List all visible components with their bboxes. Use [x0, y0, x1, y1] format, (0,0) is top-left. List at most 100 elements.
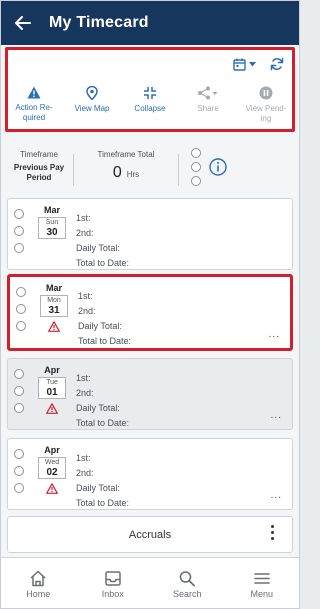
timeframe-total-unit: Hrs	[126, 170, 140, 179]
radio-option[interactable]	[14, 386, 24, 396]
day-fields: 1st: 2nd: Daily Total: Total to Date:	[78, 289, 131, 349]
radio-option[interactable]	[14, 369, 24, 379]
search-icon	[179, 570, 196, 586]
calendar-icon	[233, 58, 246, 71]
warning-icon	[27, 86, 41, 99]
nav-inbox-label: Inbox	[101, 588, 124, 599]
action-required-label: Action Re-quired	[15, 103, 53, 122]
share-button[interactable]: Share	[184, 86, 232, 124]
radio-option[interactable]	[16, 304, 26, 314]
day-of-week: Tue	[46, 378, 58, 386]
day-month: Mar	[43, 205, 60, 215]
second-punch-label: 2nd:	[76, 228, 94, 238]
nav-menu-label: Menu	[250, 588, 273, 599]
chevron-down-icon	[249, 61, 256, 66]
day-number: 01	[46, 386, 58, 398]
collapse-label: Collapse	[134, 104, 166, 113]
total-to-date-label: Total to Date:	[76, 418, 130, 428]
collapse-icon	[144, 87, 156, 99]
daily-total-label: Daily Total:	[76, 403, 120, 413]
timecard-screen: My Timecard Action Re-quired View Map Co…	[0, 0, 300, 609]
day-number: 02	[46, 466, 58, 478]
daily-total-label: Daily Total:	[76, 483, 120, 493]
radio-option[interactable]	[14, 226, 24, 236]
pending-icon	[259, 86, 273, 100]
calendar-dropdown-button[interactable]	[233, 58, 256, 71]
app-header: My Timecard	[1, 1, 299, 45]
day-number: 31	[48, 304, 60, 316]
radio-option[interactable]	[16, 287, 26, 297]
day-date: Mar Mon 31	[38, 283, 70, 337]
radio-option[interactable]	[14, 466, 24, 476]
timeframe-total-value: 0	[112, 164, 122, 181]
view-map-button[interactable]: View Map	[68, 86, 116, 124]
timeframe-total: Timeframe Total 0 Hrs	[74, 150, 178, 182]
nav-menu[interactable]: Menu	[232, 570, 292, 599]
page-title: My Timecard	[49, 14, 149, 31]
radio-option[interactable]	[14, 403, 24, 413]
more-options-button[interactable]: ...	[269, 329, 280, 340]
view-map-label: View Map	[74, 104, 110, 113]
day-card-apr-02[interactable]: Apr Wed 02 1st: 2nd: Daily Total: Total …	[7, 438, 293, 510]
day-card-apr-01[interactable]: Apr Tue 01 1st: 2nd: Daily Total: Total …	[7, 358, 293, 430]
day-month: Apr	[44, 365, 60, 375]
view-pending-button[interactable]: View Pend-ing	[242, 86, 290, 124]
nav-home[interactable]: Home	[8, 570, 68, 599]
refresh-icon[interactable]	[270, 57, 284, 71]
radio-option[interactable]	[14, 209, 24, 219]
warning-icon	[46, 403, 58, 414]
more-options-button[interactable]: ...	[271, 410, 282, 421]
day-date: Mar Sun 30	[36, 205, 68, 239]
bottom-nav: Home Inbox Search Menu	[1, 557, 299, 608]
timecard-toolbar: Action Re-quired View Map Collapse Share…	[5, 47, 295, 132]
timeframe-bar: Timeframe Previous Pay Period Timeframe …	[5, 140, 295, 190]
timeframe-selector[interactable]: Timeframe Previous Pay Period	[5, 150, 73, 183]
radio-option[interactable]	[191, 176, 201, 186]
day-month: Apr	[44, 445, 60, 455]
warning-icon	[46, 483, 58, 494]
day-fields: 1st: 2nd: Daily Total: Total to Date:	[76, 451, 129, 511]
radio-option[interactable]	[14, 243, 24, 253]
nav-inbox[interactable]: Inbox	[83, 570, 143, 599]
accruals-button[interactable]: Accruals	[7, 516, 293, 553]
nav-search[interactable]: Search	[157, 570, 217, 599]
inbox-icon	[105, 570, 121, 586]
second-punch-label: 2nd:	[76, 468, 94, 478]
day-of-week: Wed	[44, 458, 60, 466]
day-card-mar-30[interactable]: Mar Sun 30 1st: 2nd: Daily Total: Total …	[7, 198, 293, 270]
second-punch-label: 2nd:	[76, 388, 94, 398]
radio-option[interactable]	[16, 321, 26, 331]
back-button[interactable]	[5, 1, 41, 45]
timeframe-divider-2	[178, 154, 179, 186]
action-required-button[interactable]: Action Re-quired	[10, 86, 58, 124]
radio-option[interactable]	[14, 449, 24, 459]
total-to-date-label: Total to Date:	[76, 258, 130, 268]
accruals-label: Accruals	[128, 528, 172, 541]
radio-option[interactable]	[14, 483, 24, 493]
nav-search-label: Search	[172, 588, 202, 599]
share-icon	[198, 86, 218, 100]
day-date: Apr Tue 01	[36, 365, 68, 419]
arrow-left-icon	[15, 16, 31, 30]
total-to-date-label: Total to Date:	[78, 336, 132, 346]
more-options-button[interactable]: ...	[271, 490, 282, 501]
nav-home-label: Home	[26, 588, 51, 599]
day-of-week: Sun	[45, 218, 59, 226]
menu-icon	[253, 572, 270, 584]
day-month: Mar	[45, 283, 62, 293]
info-icon[interactable]	[209, 158, 227, 176]
collapse-button[interactable]: Collapse	[126, 86, 174, 124]
timeframe-value: Previous Pay Period	[13, 163, 65, 182]
first-punch-label: 1st:	[76, 453, 91, 463]
day-card-mar-31[interactable]: Mar Mon 31 1st: 2nd: Daily Total: Total …	[7, 274, 293, 351]
radio-option[interactable]	[191, 162, 201, 172]
kebab-menu-icon[interactable]	[271, 525, 274, 540]
map-pin-icon	[86, 86, 98, 100]
first-punch-label: 1st:	[78, 291, 93, 301]
view-pending-label: View Pend-ing	[245, 104, 287, 123]
day-number: 30	[46, 226, 58, 238]
first-punch-label: 1st:	[76, 373, 91, 383]
radio-option[interactable]	[191, 148, 201, 158]
share-label: Share	[197, 104, 219, 113]
total-to-date-label: Total to Date:	[76, 498, 130, 508]
